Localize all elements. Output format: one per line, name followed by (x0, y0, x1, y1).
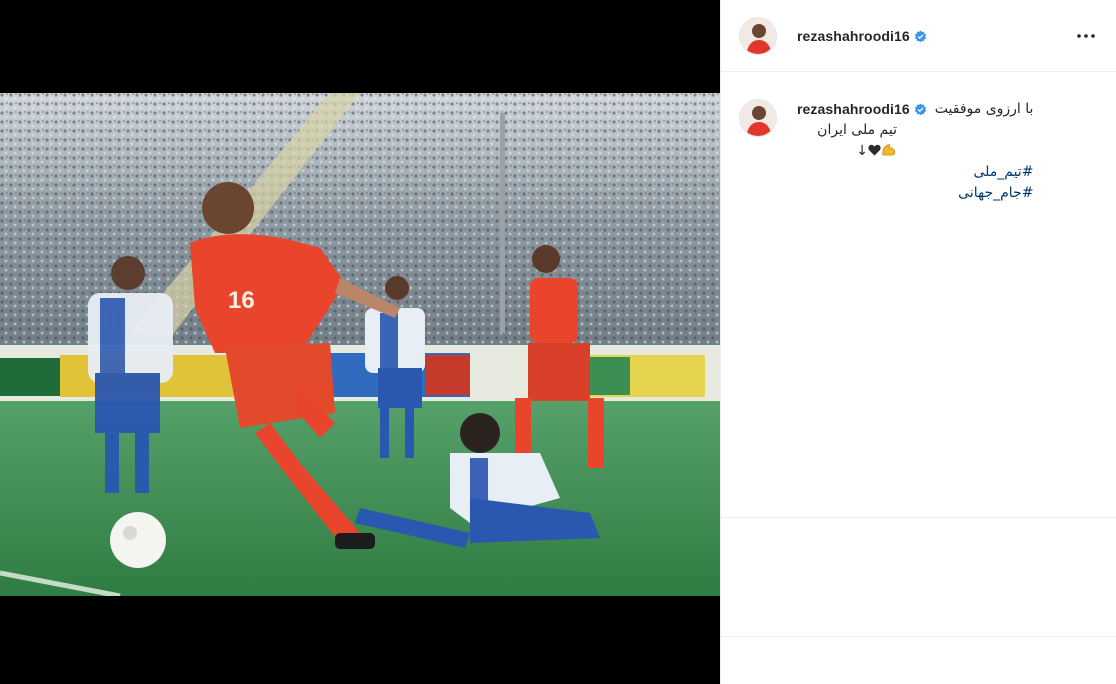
header-username[interactable]: rezashahroodi16 (797, 28, 927, 44)
divider (721, 517, 1116, 518)
avatar[interactable] (739, 16, 777, 55)
hashtag-link[interactable]: #تیم_ملی (797, 162, 1033, 183)
more-options-icon (1077, 33, 1095, 38)
verified-badge-icon (914, 103, 926, 116)
caption-username[interactable]: rezashahroodi16 (797, 99, 927, 120)
arrow-glyph: ↓ (856, 143, 868, 159)
hashtag-link[interactable]: #جام_جهانی (797, 183, 1033, 204)
more-options-button[interactable] (1072, 22, 1100, 50)
caption-username-text[interactable]: rezashahroodi16 (797, 101, 910, 117)
caption-text-line2: تیم ملی ایران ↓ (797, 120, 897, 162)
flexed-biceps-emoji-icon (882, 144, 896, 156)
svg-text:16: 16 (228, 287, 255, 314)
divider (721, 636, 1116, 637)
caption-text-line1: با ارزوی موفقیت (934, 101, 1034, 117)
caption-avatar[interactable] (739, 99, 777, 137)
header-username-text[interactable]: rezashahroodi16 (797, 28, 910, 44)
post-media[interactable]: 16 (0, 0, 720, 684)
caption: rezashahroodi16 با ارزوی موفقیت تیم ملی … (721, 72, 1116, 204)
post-sidebar: rezashahroodi16 rezashahroodi16 با ارزوی… (720, 0, 1116, 684)
verified-badge-icon (914, 30, 926, 42)
black-heart-emoji-icon (868, 144, 881, 156)
caption-body: rezashahroodi16 با ارزوی موفقیت تیم ملی … (797, 99, 1033, 204)
post-photo: 16 (0, 93, 720, 596)
caption-team-text: تیم ملی ایران (817, 122, 897, 138)
post-header: rezashahroodi16 (721, 0, 1116, 72)
